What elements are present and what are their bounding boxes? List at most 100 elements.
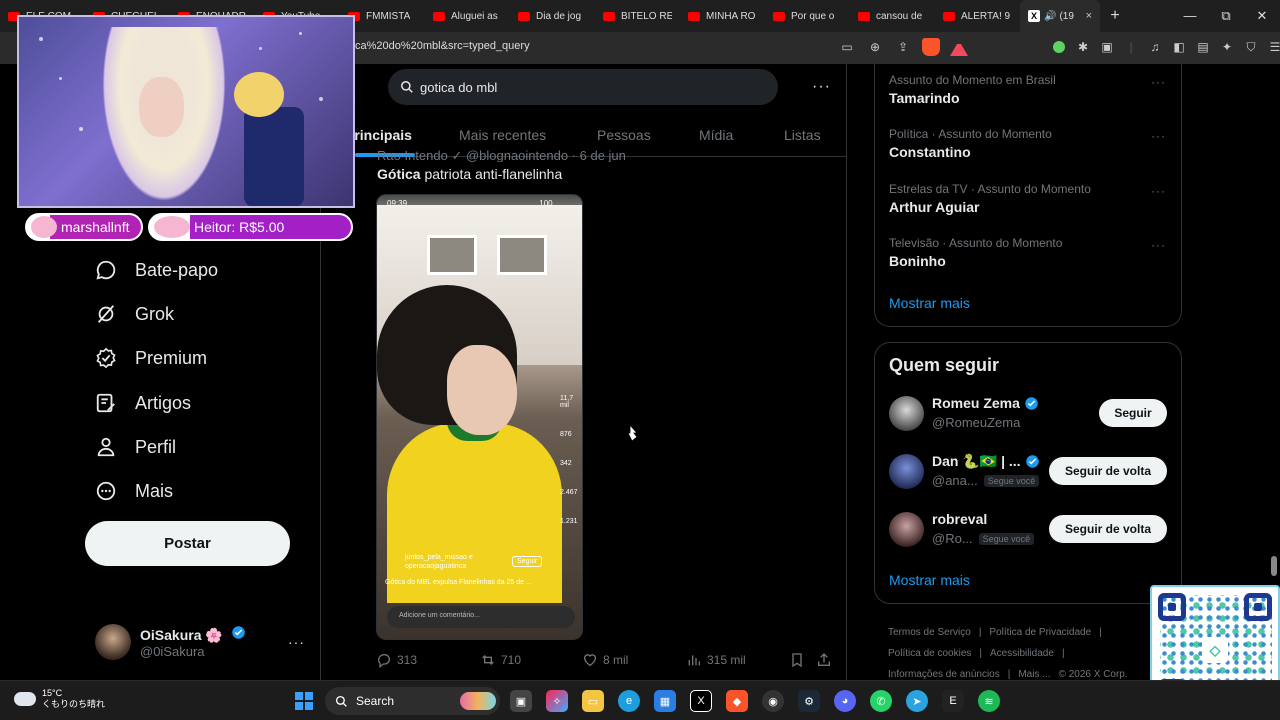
file-explorer-icon[interactable]: ▭ — [582, 690, 604, 712]
tab-people[interactable]: Pessoas — [597, 127, 651, 143]
trend-more-icon[interactable]: ··· — [1151, 75, 1166, 89]
store-icon[interactable]: ▦ — [654, 690, 676, 712]
account-more-icon[interactable]: ··· — [288, 634, 305, 650]
wallet-icon[interactable]: ▤ — [1194, 38, 1212, 56]
sidebar-toggle-icon[interactable]: ◧ — [1170, 38, 1188, 56]
tab-latest[interactable]: Mais recentes — [459, 127, 546, 143]
browser-tab[interactable]: Aluguei as — [425, 0, 510, 32]
views-button[interactable]: 315 mil — [686, 652, 746, 668]
sidebar-item-grok[interactable]: Grok — [95, 303, 174, 325]
search-input[interactable] — [420, 79, 750, 95]
taskbar-search[interactable]: Search — [325, 687, 500, 715]
browser-tab-active[interactable]: X 🔊 (19 × — [1020, 0, 1100, 32]
telegram-icon[interactable]: ➤ — [906, 690, 928, 712]
vpn-icon[interactable]: ⛉ — [1242, 38, 1260, 56]
music-icon[interactable]: ♫ — [1146, 38, 1164, 56]
brave-rewards-icon[interactable] — [950, 38, 968, 56]
footer-link[interactable]: Acessibilidade — [990, 648, 1054, 659]
like-button[interactable]: 8 mil — [582, 652, 628, 668]
footer-link[interactable]: Termos de Serviço — [888, 627, 971, 638]
account-switcher[interactable]: OiSakura 🌸 @0iSakura ··· — [95, 624, 305, 660]
follow-suggestion[interactable]: Dan 🐍🇧🇷 | ... @ana... Segue você Seguir d… — [889, 451, 1174, 491]
reply-button[interactable]: 313 — [376, 652, 417, 668]
task-view-icon[interactable]: ▣ — [510, 690, 532, 712]
browser-tab[interactable]: ALERTA! 9 — [935, 0, 1020, 32]
search-box[interactable] — [388, 69, 778, 105]
trend-item[interactable]: Televisão · Assunto do Momento Boninho ·… — [889, 236, 1174, 269]
obs-icon[interactable]: ◉ — [762, 690, 784, 712]
trends-show-more-link[interactable]: Mostrar mais — [889, 295, 970, 311]
new-tab-button[interactable]: + — [1100, 7, 1130, 25]
minimize-button[interactable]: — — [1172, 0, 1208, 32]
trend-item[interactable]: Assunto do Momento em Brasil Tamarindo ·… — [889, 73, 1174, 106]
zoom-icon[interactable]: ⊕ — [866, 38, 884, 56]
search-more-icon[interactable]: ··· — [812, 78, 831, 96]
leo-ai-icon[interactable]: ✦ — [1218, 38, 1236, 56]
follow-button[interactable]: Seguir — [1099, 399, 1167, 427]
sidebar-item-articles[interactable]: Artigos — [95, 392, 191, 414]
browser-tab[interactable]: cansou de — [850, 0, 935, 32]
sidebar-item-profile[interactable]: Perfil — [95, 436, 176, 458]
footer-link[interactable]: Política de cookies — [888, 648, 971, 659]
trend-item[interactable]: Estrelas da TV · Assunto do Momento Arth… — [889, 182, 1174, 215]
browser-tab[interactable]: BITELO RE — [595, 0, 680, 32]
post-button[interactable]: Postar — [85, 521, 290, 566]
extensions-puzzle-icon[interactable]: ✱ — [1074, 38, 1092, 56]
edge-icon[interactable]: e — [618, 690, 640, 712]
trend-more-icon[interactable]: ··· — [1151, 129, 1166, 143]
brave-shields-icon[interactable] — [922, 38, 940, 56]
bookmark-button[interactable] — [789, 652, 810, 668]
scrollbar-thumb[interactable] — [1271, 556, 1277, 576]
sidebar-item-label: Mais — [135, 480, 174, 501]
trend-more-icon[interactable]: ··· — [1151, 184, 1166, 198]
chat-bubble-icon — [95, 259, 117, 281]
divider: | — [1129, 40, 1133, 54]
close-window-button[interactable]: ✕ — [1244, 0, 1280, 32]
sidebar-item-premium[interactable]: Premium — [95, 347, 207, 369]
close-tab-icon[interactable]: × — [1086, 10, 1092, 22]
mouse-cursor-icon — [627, 424, 638, 442]
brave-icon[interactable]: ◆ — [726, 690, 748, 712]
share-icon[interactable]: ⇪ — [894, 38, 912, 56]
x-app-icon[interactable]: X — [690, 690, 712, 712]
follow-suggestion[interactable]: Romeu Zema @RomeuZema Seguir — [889, 393, 1174, 433]
tab-media[interactable]: Mídia — [699, 127, 733, 143]
share-button[interactable] — [816, 652, 837, 668]
browser-tab[interactable]: Dia de jog — [510, 0, 595, 32]
browser-tab[interactable]: MINHA RO — [680, 0, 765, 32]
extension-icons: ✱ ▣ | ♫ ◧ ▤ ✦ ⛉ ☰ — [1050, 38, 1280, 56]
url-field[interactable]: ca%20do%20mbl&src=typed_query — [355, 40, 530, 52]
start-button[interactable] — [295, 692, 313, 710]
maximize-button[interactable]: ⧉ — [1208, 0, 1244, 32]
trend-item[interactable]: Política · Assunto do Momento Constantin… — [889, 127, 1174, 160]
spotify-icon[interactable]: ≋ — [978, 690, 1000, 712]
tab-lists[interactable]: Listas — [784, 127, 821, 143]
steam-icon[interactable]: ⚙ — [798, 690, 820, 712]
follow-show-more-link[interactable]: Mostrar mais — [889, 572, 970, 588]
discord-icon[interactable]: ◕ — [834, 690, 856, 712]
menu-icon[interactable]: ☰ — [1266, 38, 1280, 56]
extension-status-icon[interactable] — [1050, 38, 1068, 56]
footer-link[interactable]: Política de Privacidade — [989, 627, 1091, 638]
footer-link[interactable]: Mais ... — [1018, 669, 1050, 680]
qr-logo-icon: ◇ — [1202, 637, 1228, 663]
sidebar-item-more[interactable]: Mais — [95, 480, 173, 502]
whatsapp-icon[interactable]: ✆ — [870, 690, 892, 712]
follow-back-button[interactable]: Seguir de volta — [1049, 457, 1167, 485]
follow-back-button[interactable]: Seguir de volta — [1049, 515, 1167, 543]
sidebar-item-chat[interactable]: Bate-papo — [95, 259, 218, 281]
follow-suggestion[interactable]: robreval @Ro... Segue você Seguir de volt… — [889, 509, 1174, 549]
copilot-icon[interactable]: ✧ — [546, 690, 568, 712]
repost-button[interactable]: 710 — [480, 652, 521, 668]
sidebar-item-label: Perfil — [135, 436, 177, 457]
screenshot-icon[interactable]: ▣ — [1098, 38, 1116, 56]
trend-more-icon[interactable]: ··· — [1151, 238, 1166, 252]
cast-icon[interactable]: ▭ — [838, 38, 856, 56]
tab-top[interactable]: Principais — [345, 127, 412, 143]
browser-tab[interactable]: Por que o — [765, 0, 850, 32]
weather-widget[interactable]: 15°C くもりのち晴れ — [14, 687, 105, 710]
video-comment-field: Adicione um comentário... — [387, 606, 575, 628]
footer-link[interactable]: Informações de anúncios — [888, 669, 1000, 680]
tweet-video[interactable]: 09:39 100 11,7 mil 876 342 2.467 1.231 j… — [376, 194, 583, 640]
epic-games-icon[interactable]: E — [942, 690, 964, 712]
